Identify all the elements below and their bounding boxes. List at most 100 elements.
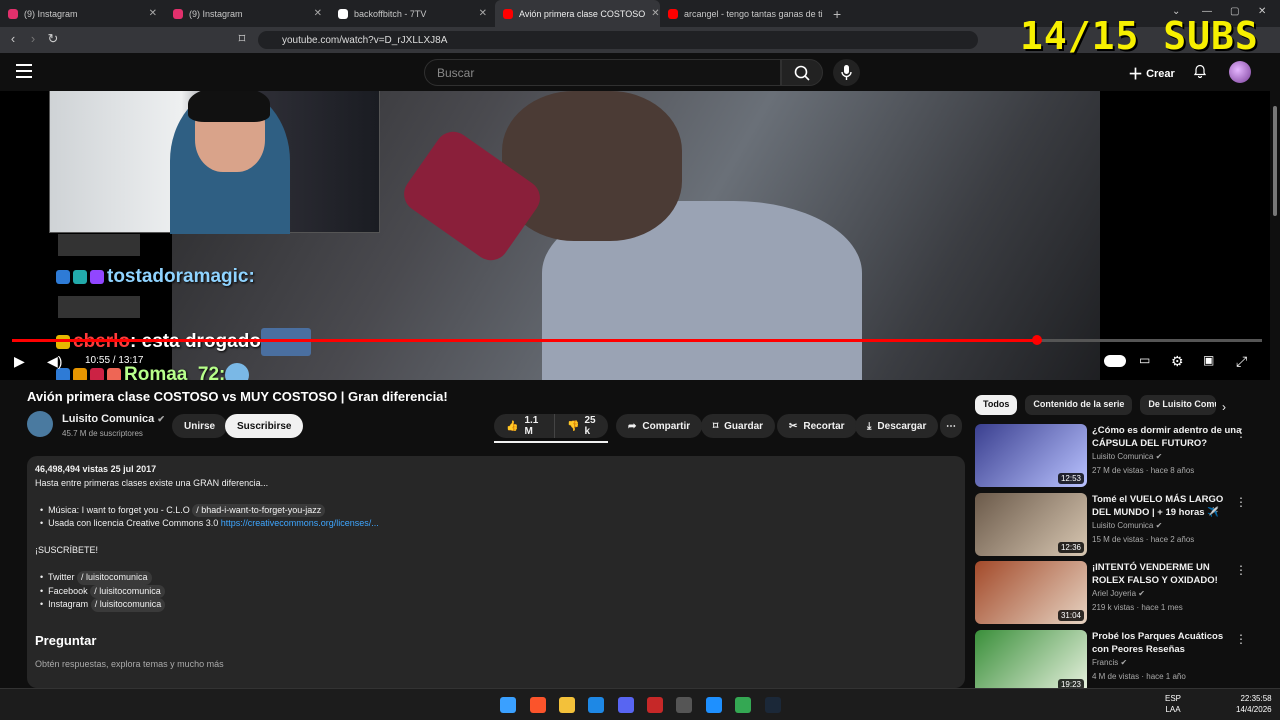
browser-tab[interactable]: (9) Instagram ✕ xyxy=(165,0,330,27)
share-button[interactable]: ➦ Compartir xyxy=(616,414,703,438)
subscribe-button[interactable]: Suscribirse xyxy=(225,414,304,438)
chip-channel[interactable]: De Luisito Comu xyxy=(1140,395,1217,415)
bookmark-save-icon: ⌑ xyxy=(713,420,719,432)
recommendation-channel[interactable]: Ariel Joyeria ✔ xyxy=(1092,589,1145,598)
description-box[interactable]: 46,498,494 vistas 25 jul 2017 Hasta entr… xyxy=(27,456,965,688)
more-options-icon[interactable]: ⋮ xyxy=(1235,563,1247,577)
subs-counter: 14/15 SUBS xyxy=(1020,14,1259,58)
menu-icon[interactable] xyxy=(16,64,32,78)
obs-icon[interactable] xyxy=(676,697,692,713)
recommendation-item[interactable]: 31:04 ¡INTENTÓ VENDERME UN ROLEX FALSO Y … xyxy=(975,561,1265,625)
volume-icon[interactable]: ◀) xyxy=(47,353,62,370)
video-duration: 12:36 xyxy=(1057,541,1084,553)
clip-button[interactable]: ✂ Recortar xyxy=(777,414,857,438)
license-link[interactable]: https://creativecommons.org/licenses/... xyxy=(221,518,379,528)
browser-tab[interactable]: arcangel - tengo tantas ganas de ti (✕ xyxy=(660,0,825,27)
fullscreen-icon[interactable]: ⤢ xyxy=(1236,353,1247,370)
app-icon[interactable] xyxy=(647,697,663,713)
description-license: Usada con licencia Creative Commons 3.0 xyxy=(48,518,219,528)
chip-series[interactable]: Contenido de la serie xyxy=(1025,395,1133,415)
tab-title: (9) Instagram xyxy=(24,8,78,19)
video-thumbnail[interactable]: 31:04 xyxy=(975,561,1087,624)
scrollbar[interactable] xyxy=(1270,91,1280,688)
tab-close-icon[interactable]: ✕ xyxy=(314,8,322,19)
recommendation-item[interactable]: 12:53 ¿Cómo es dormir adentro de una CÁPS… xyxy=(975,424,1265,488)
more-options-icon[interactable]: ⋮ xyxy=(1235,495,1247,509)
play-icon[interactable]: ▶ xyxy=(14,353,25,370)
tab-close-icon[interactable]: ✕ xyxy=(651,8,659,19)
create-label: Crear xyxy=(1146,68,1175,80)
channel-name[interactable]: Luisito Comunica ✔ xyxy=(62,413,165,425)
video-thumbnail[interactable]: 12:53 xyxy=(975,424,1087,487)
start-icon[interactable] xyxy=(500,697,516,713)
instagram-link[interactable]: / luisitocomunica xyxy=(90,598,166,612)
recommendation-title[interactable]: Probé los Parques Acuáticos con Peores R… xyxy=(1092,630,1242,656)
dislike-button[interactable]: 👎 25 k xyxy=(554,414,608,438)
verified-icon: ✔ xyxy=(1138,589,1145,598)
autoplay-toggle[interactable] xyxy=(1104,355,1126,367)
discord-icon[interactable] xyxy=(618,697,634,713)
video-thumbnail[interactable]: 19:23 xyxy=(975,629,1087,693)
tab-close-icon[interactable]: ✕ xyxy=(149,8,157,19)
subtitles-icon[interactable]: ▭ xyxy=(1139,353,1150,367)
download-button[interactable]: ⤓ Descargar xyxy=(855,414,939,438)
tab-favicon-icon xyxy=(668,8,678,19)
save-button[interactable]: ⌑ Guardar xyxy=(701,414,776,438)
brave-icon[interactable] xyxy=(530,697,546,713)
recommendation-channel[interactable]: Luisito Comunica ✔ xyxy=(1092,452,1162,461)
like-button[interactable]: 👍 1.1 M xyxy=(494,414,554,438)
facebook-link[interactable]: / luisitocomunica xyxy=(90,584,165,598)
back-icon[interactable]: ‹ xyxy=(3,31,23,46)
settings-gear-icon[interactable]: ⚙ xyxy=(1171,353,1184,370)
clock-time: 22:35:58 xyxy=(1240,694,1272,703)
bookmark-icon[interactable]: ⌑ xyxy=(232,31,252,47)
browser-tab[interactable]: backoffbitch - 7TV ✕ xyxy=(330,0,495,27)
recommendation-channel[interactable]: Luisito Comunica ✔ xyxy=(1092,521,1162,530)
browser-tab[interactable]: Avión primera clase COSTOSO ✕ xyxy=(495,0,660,27)
more-actions-button[interactable]: ⋯ xyxy=(940,414,962,438)
recommendation-item[interactable]: 12:36 Tomé el VUELO MÁS LARGO DEL MUNDO |… xyxy=(975,492,1265,557)
more-options-icon[interactable]: ⋮ xyxy=(1235,632,1247,646)
reload-icon[interactable]: ↻ xyxy=(43,31,63,47)
chat-badge-icon xyxy=(90,269,104,284)
chips-next-icon[interactable]: › xyxy=(1222,400,1226,414)
new-tab-button[interactable]: + xyxy=(825,6,849,22)
chip-all[interactable]: Todos xyxy=(975,395,1018,415)
chrome-icon[interactable] xyxy=(735,697,751,713)
twitter-link[interactable]: / luisitocomunica xyxy=(77,571,152,585)
forward-icon[interactable]: › xyxy=(23,31,43,46)
close-window-icon[interactable]: ✕ xyxy=(1258,6,1266,17)
miniplayer-icon[interactable]: ▣ xyxy=(1203,353,1214,367)
more-options-icon[interactable]: ⋮ xyxy=(1235,426,1247,440)
recommendation-title[interactable]: Tomé el VUELO MÁS LARGO DEL MUNDO | + 19… xyxy=(1092,493,1242,519)
voice-search-button[interactable] xyxy=(833,59,860,86)
search-input[interactable]: Buscar xyxy=(424,59,781,86)
recommendation-item[interactable]: 19:23 Probé los Parques Acuáticos con Peo… xyxy=(975,629,1265,694)
share-icon: ➦ xyxy=(628,420,637,432)
join-button[interactable]: Unirse xyxy=(172,414,228,438)
channel-avatar[interactable] xyxy=(27,411,53,437)
scrollbar-thumb[interactable] xyxy=(1273,106,1277,216)
tab-title: arcangel - tengo tantas ganas de ti ( xyxy=(684,8,825,19)
seek-bar-handle[interactable] xyxy=(1032,335,1042,345)
system-clock[interactable]: 22:35:58 14/4/2026 xyxy=(1236,693,1272,715)
file-explorer-icon[interactable] xyxy=(559,697,575,713)
tab-close-icon[interactable]: ✕ xyxy=(479,8,487,19)
notifications-bell-icon[interactable] xyxy=(1193,64,1207,78)
video-player[interactable]: tostadoramagic: cberlo: esta drogado Rom… xyxy=(0,91,1270,380)
music-link[interactable]: / bhad-i-want-to-forget-you-jazz xyxy=(192,503,326,517)
create-button[interactable]: ＋ Crear xyxy=(1128,63,1175,84)
seek-bar[interactable] xyxy=(12,335,1262,345)
language-indicator[interactable]: ESP LAA xyxy=(1165,693,1181,715)
recommendation-channel[interactable]: Francis ✔ xyxy=(1092,658,1127,667)
search-button[interactable] xyxy=(781,59,823,86)
url-input[interactable]: youtube.com/watch?v=D_rJXLLXJ8A xyxy=(258,31,978,49)
ccleaner-icon[interactable] xyxy=(706,697,722,713)
steam-icon[interactable] xyxy=(765,697,781,713)
account-avatar[interactable] xyxy=(1229,61,1251,83)
bing-icon[interactable] xyxy=(588,697,604,713)
recommendation-title[interactable]: ¡INTENTÓ VENDERME UN ROLEX FALSO Y OXIDA… xyxy=(1092,561,1242,587)
video-thumbnail[interactable]: 12:36 xyxy=(975,492,1087,556)
recommendation-title[interactable]: ¿Cómo es dormir adentro de una CÁPSULA D… xyxy=(1092,424,1242,450)
browser-tab[interactable]: (9) Instagram ✕ xyxy=(0,0,165,27)
